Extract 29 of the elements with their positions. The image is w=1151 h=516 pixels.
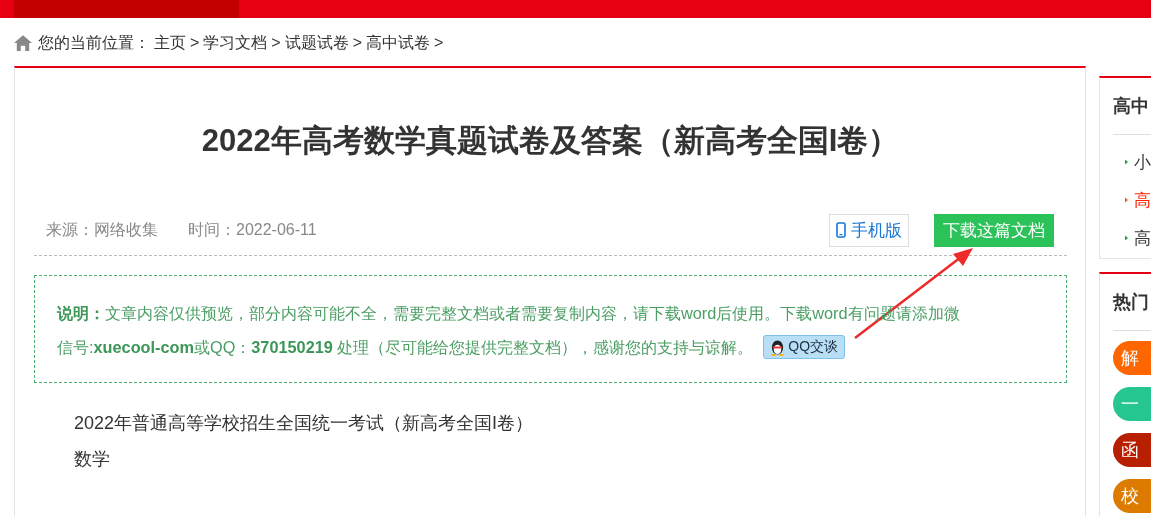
article-title: 2022年高考数学真题试卷及答案（新高考全国I卷） xyxy=(200,122,901,160)
sidebar-heading: 高中 xyxy=(1113,78,1151,135)
triangle-icon xyxy=(1125,157,1128,167)
triangle-icon xyxy=(1125,195,1128,205)
article-date: 时间：2022-06-11 xyxy=(188,219,317,240)
sidebar-link[interactable]: 高 xyxy=(1113,181,1151,219)
penguin-icon xyxy=(770,338,786,356)
breadcrumb-label: 您的当前位置： xyxy=(38,32,150,53)
breadcrumb-separator: > xyxy=(352,34,363,52)
breadcrumb-link[interactable]: 学习文档 xyxy=(203,32,268,54)
article-source: 来源：网络收集 xyxy=(46,219,158,240)
triangle-icon xyxy=(1125,233,1128,243)
qq-chat-button[interactable]: QQ交谈 xyxy=(763,335,846,359)
breadcrumb-separator: > xyxy=(271,34,281,52)
breadcrumb-separator: > xyxy=(190,34,200,52)
sidebar-link[interactable]: 高 xyxy=(1113,219,1151,257)
home-icon xyxy=(14,35,32,51)
sidebar-link[interactable]: 小 xyxy=(1113,143,1151,181)
sidebar-heading: 热门 xyxy=(1113,274,1151,331)
breadcrumb-link[interactable]: 主页 xyxy=(154,32,186,54)
body-text: 2022年普通高等学校招生全国统一考试（新高考全国I卷） xyxy=(74,412,535,435)
notice-text: 信号:xuecool-com或QQ：370150219 处理（尽可能给您提供完整文档），感谢您的支持与谅解。 xyxy=(57,337,754,358)
mobile-version-button[interactable]: 手机版 xyxy=(829,213,909,247)
phone-icon xyxy=(836,222,846,238)
breadcrumb-link[interactable]: 试题试卷 xyxy=(284,32,349,54)
body-text: 数学 xyxy=(74,448,111,471)
breadcrumb-link[interactable]: 高中试卷 xyxy=(366,32,431,54)
breadcrumb-separator: > xyxy=(434,34,444,52)
hot-tag[interactable]: 函 xyxy=(1113,433,1151,467)
